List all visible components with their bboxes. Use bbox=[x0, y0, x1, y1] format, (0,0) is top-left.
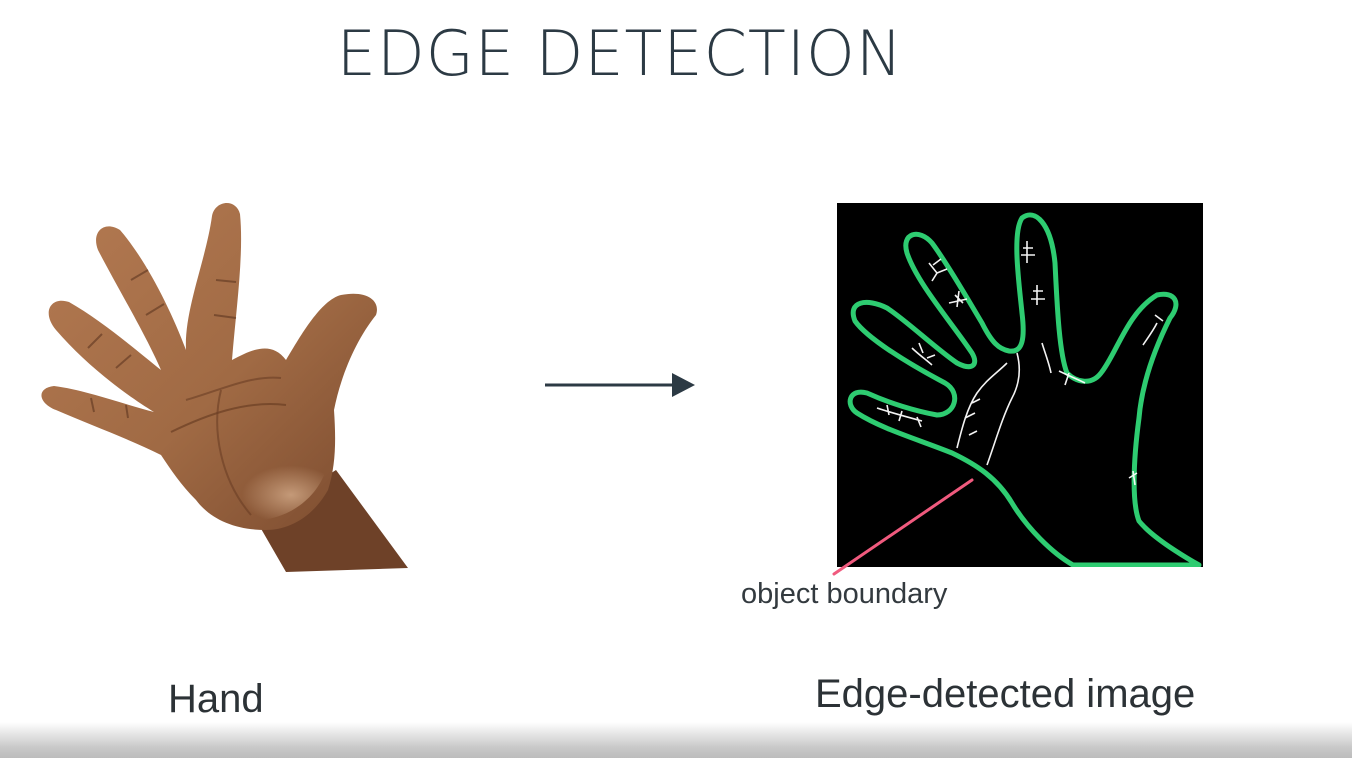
object-boundary-annotation: object boundary bbox=[741, 578, 948, 610]
bottom-shadow-bar bbox=[0, 722, 1352, 758]
hand-label: Hand bbox=[168, 677, 264, 721]
slide-title: EDGE DETECTION bbox=[336, 17, 904, 90]
slide: EDGE DETECTION object boundary Hand Edge… bbox=[0, 0, 1352, 758]
edge-detected-image-label: Edge-detected image bbox=[815, 672, 1196, 716]
right-arrow-icon bbox=[545, 373, 695, 397]
hand-photo bbox=[41, 202, 408, 572]
annotation-pointer-line bbox=[832, 478, 974, 576]
